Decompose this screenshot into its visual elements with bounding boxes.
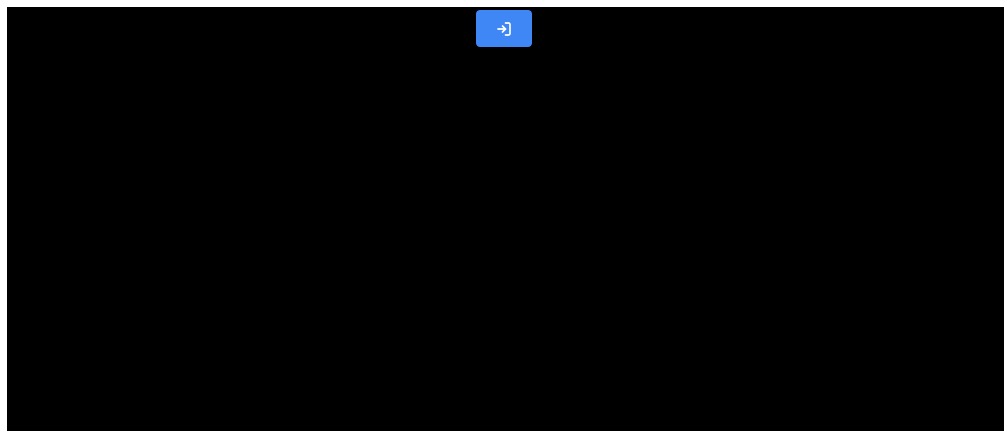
dark-viewport xyxy=(7,7,1004,431)
enter-button[interactable] xyxy=(476,10,532,47)
app-frame xyxy=(0,0,1007,434)
sign-in-icon xyxy=(495,20,513,38)
